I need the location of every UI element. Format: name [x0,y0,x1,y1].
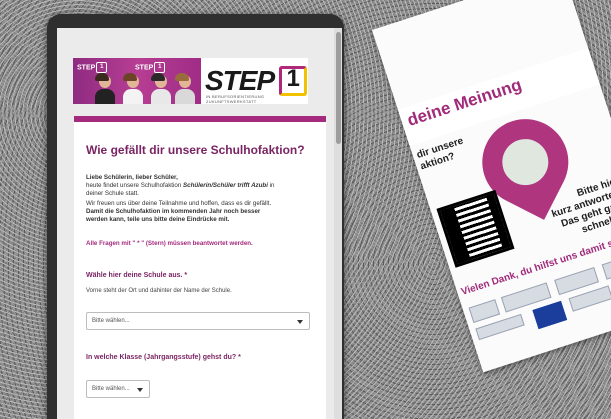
scrollbar-thumb[interactable] [336,32,341,144]
survey-form-card: Wie gefällt dir unsere Schulhofaktion? L… [74,116,326,419]
student-figure [123,73,143,104]
student-figure [95,73,115,104]
intro-emphasis: Schülerin/Schüler trifft Azubi [183,182,268,189]
step1-banner: STEP 1 STEP 1 STEP 1 IN BERUFSORIENTIERU… [73,58,308,104]
banner-chip-number: 1 [154,62,166,73]
sponsor-logo [468,299,501,323]
banner-chip-number: 1 [96,62,108,73]
improve-line-1: Damit die Schulhofaktion im kommenden Ja… [86,208,261,215]
student-figure [151,73,171,104]
question-school-label: Wähle hier deine Schule aus. * [86,272,188,279]
logo-word: STEP [205,65,275,96]
class-select-value: Bitte wählen... [92,386,130,392]
intro-post: in [267,182,275,189]
greeting-text: Liebe Schülerin, lieber Schüler, [86,174,178,182]
school-select[interactable]: Bitte wählen... [86,312,310,330]
qr-code [436,189,515,268]
survey-flyer: deine Meinung dir unsere aktion? Bitte h… [372,0,611,373]
banner-photo: STEP 1 STEP 1 [73,58,201,104]
logo-number: 1 [286,65,300,92]
tablet-screen: STEP 1 STEP 1 STEP 1 IN BERUFSORIENTIERU… [57,28,342,419]
banner-chip: STEP 1 [77,62,108,73]
improve-line-2: werden kann, teile uns bitte deine Eindr… [86,216,230,223]
banner-chip: STEP 1 [135,62,166,73]
banner-chip-text: STEP [77,64,96,72]
improve-text-2: werden kann, teile uns bitte deine Eindr… [86,216,229,224]
class-select[interactable]: Bitte wählen... [86,380,150,398]
form-title: Wie gefällt dir unsere Schulhofaktion? [86,143,305,157]
sponsor-logo [601,251,611,280]
intro-text: heute findet unsere Schulhofaktion Schül… [86,182,274,190]
greeting: Liebe Schülerin, lieber Schüler, [86,174,178,181]
chevron-down-icon [137,388,143,392]
eu-flag-logo [532,300,568,330]
thanks-text: Wir freuen uns über deine Teilnahme und … [86,200,272,207]
scrollbar[interactable] [334,28,342,419]
banner-chip-text: STEP [135,64,154,72]
intro-pre: heute findet unsere Schulhofaktion [86,182,184,189]
tablet-device: STEP 1 STEP 1 STEP 1 IN BERUFSORIENTIERU… [47,14,344,419]
intro-line-2: deiner Schule statt. [86,190,139,197]
question-class-label: In welche Klasse (Jahrgangsstufe) gehst … [86,354,241,361]
logo-subtitle: IN BERUFSORIENTIERUNG ZUKUNFTSWERKSTATT [206,94,265,104]
improve-text-1: Damit die Schulhofaktion im kommenden Ja… [86,208,260,216]
chevron-down-icon [297,320,303,324]
question-school-hint: Vorne steht der Ort und dahinter der Nam… [86,288,232,294]
school-select-value: Bitte wählen... [92,318,130,324]
required-note: Alle Fragen mit " * " (Stern) müssen bea… [86,240,253,247]
student-figure [175,73,195,104]
logo-number-box: 1 [279,65,308,96]
